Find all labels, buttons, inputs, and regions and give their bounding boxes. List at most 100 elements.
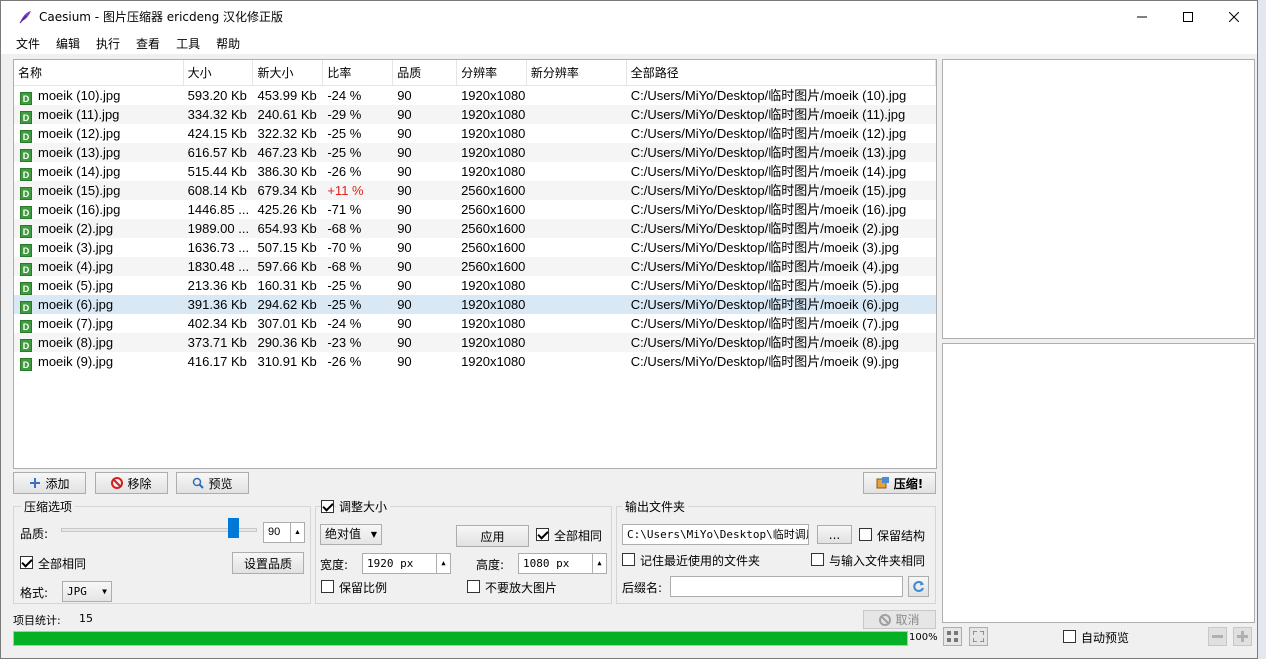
column-header-ratio[interactable]: 比率: [323, 60, 394, 86]
height-spinbox[interactable]: 1080 px ▲▼: [518, 553, 607, 574]
menu-run[interactable]: 执行: [89, 35, 129, 52]
quality-same-all-checkbox[interactable]: [20, 556, 33, 569]
quality-same-all-label: 全部相同: [38, 557, 87, 571]
cell-new-resolution: [527, 333, 627, 352]
table-row[interactable]: Dmoeik (13).jpg 616.57 Kb 467.23 Kb -25 % 90…: [14, 143, 936, 162]
resize-same-all-checkbox[interactable]: [536, 528, 549, 541]
table-row[interactable]: Dmoeik (7).jpg 402.34 Kb 307.01 Kb -24 % 90 1…: [14, 314, 936, 333]
preview-button[interactable]: 预览: [176, 472, 249, 494]
suffix-input[interactable]: [670, 576, 903, 597]
cell-new-size: 322.32 Kb: [257, 126, 317, 141]
file-name: moeik (13).jpg: [38, 145, 121, 160]
preview-button-label: 预览: [208, 476, 233, 491]
spin-up-icon[interactable]: ▲: [597, 554, 601, 573]
cell-path: C:/Users/MiYo/Desktop/临时图片/moeik (5).jpg: [630, 278, 899, 293]
column-header-quality[interactable]: 品质: [393, 60, 458, 86]
close-icon: [1229, 11, 1239, 22]
resize-mode-value: 绝对值: [325, 527, 362, 541]
resize-mode-select[interactable]: 绝对值 ▼: [320, 524, 382, 545]
file-table[interactable]: 名称 大小 新大小 比率 品质 分辨率 新分辨率 全部路径 Dmoeik (10…: [13, 59, 937, 469]
cell-name: Dmoeik (12).jpg: [14, 124, 184, 143]
resize-enable-checkbox[interactable]: [321, 500, 334, 513]
quality-spinner[interactable]: ▲▼: [290, 523, 304, 542]
spin-down-icon[interactable]: ▼: [441, 573, 445, 574]
cell-new-resolution: [527, 143, 627, 162]
menu-file[interactable]: 文件: [1, 35, 49, 52]
set-quality-button[interactable]: 设置品质: [232, 552, 304, 574]
column-header-size[interactable]: 大小: [184, 60, 254, 86]
column-header-new-resolution[interactable]: 新分辨率: [527, 60, 627, 86]
remove-button[interactable]: 移除: [95, 472, 168, 494]
table-row[interactable]: Dmoeik (4).jpg 1830.48 ... 597.66 Kb -68 % 9…: [14, 257, 936, 276]
width-spinner[interactable]: ▲▼: [436, 554, 450, 573]
zoom-out-button[interactable]: [1208, 627, 1227, 646]
spin-down-icon[interactable]: ▼: [597, 573, 601, 574]
keep-structure-checkbox[interactable]: [859, 528, 872, 541]
table-row[interactable]: Dmoeik (10).jpg 593.20 Kb 453.99 Kb -24 % 90…: [14, 86, 936, 105]
maximize-button[interactable]: [1165, 1, 1211, 32]
column-header-resolution[interactable]: 分辨率: [457, 60, 527, 86]
table-row[interactable]: Dmoeik (8).jpg 373.71 Kb 290.36 Kb -23 % 90 1…: [14, 333, 936, 352]
table-row[interactable]: Dmoeik (14).jpg 515.44 Kb 386.30 Kb -26 % 90…: [14, 162, 936, 181]
close-button[interactable]: [1211, 1, 1257, 32]
cell-path: C:/Users/MiYo/Desktop/临时图片/moeik (4).jpg: [630, 259, 899, 274]
cell-size: 593.20 Kb: [187, 88, 247, 103]
keep-ratio-checkbox[interactable]: [321, 580, 334, 593]
browse-button[interactable]: ...: [817, 525, 852, 544]
width-spinbox[interactable]: 1920 px ▲▼: [362, 553, 451, 574]
quality-slider-thumb[interactable]: [227, 518, 239, 538]
zoom-in-button[interactable]: [1233, 627, 1252, 646]
quality-spinbox[interactable]: 90 ▲▼: [263, 522, 305, 543]
column-header-path[interactable]: 全部路径: [627, 60, 936, 86]
minimize-icon: [1137, 16, 1147, 17]
expand-icon: [973, 631, 984, 642]
table-row[interactable]: Dmoeik (9).jpg 416.17 Kb 310.91 Kb -26 % 90 1…: [14, 352, 936, 371]
compress-button[interactable]: 压缩!: [863, 472, 936, 494]
add-button[interactable]: 添加: [13, 472, 86, 494]
format-select[interactable]: JPG ▼: [62, 581, 112, 602]
compress-icon: [876, 477, 889, 489]
table-row[interactable]: Dmoeik (2).jpg 1989.00 ... 654.93 Kb -68 % 9…: [14, 219, 936, 238]
menu-view[interactable]: 查看: [129, 35, 169, 52]
cell-size: 608.14 Kb: [187, 183, 247, 198]
output-path-field[interactable]: C:\Users\MiYo\Desktop\临时调用: [622, 524, 809, 545]
remember-folder-checkbox[interactable]: [622, 553, 635, 566]
cell-name: Dmoeik (9).jpg: [14, 352, 184, 371]
cell-resolution: 1920x1080: [461, 354, 526, 369]
table-row[interactable]: Dmoeik (5).jpg 213.36 Kb 160.31 Kb -25 % 90 1…: [14, 276, 936, 295]
table-row[interactable]: Dmoeik (3).jpg 1636.73 ... 507.15 Kb -70 % 9…: [14, 238, 936, 257]
spin-up-icon[interactable]: ▲: [441, 554, 445, 573]
column-header-name[interactable]: 名称: [14, 60, 184, 86]
apply-button[interactable]: 应用: [456, 525, 529, 547]
image-file-icon: D: [20, 149, 32, 162]
table-row[interactable]: Dmoeik (12).jpg 424.15 Kb 322.32 Kb -25 % 90…: [14, 124, 936, 143]
spin-down-icon[interactable]: ▼: [294, 542, 301, 543]
same-as-input-checkbox[interactable]: [811, 553, 824, 566]
refresh-suffix-button[interactable]: [908, 576, 929, 597]
fit-preview-button[interactable]: [943, 627, 962, 646]
height-spinner[interactable]: ▲▼: [592, 554, 606, 573]
format-label: 格式:: [20, 586, 49, 600]
cell-new-resolution: [527, 295, 627, 314]
cell-new-size: 294.62 Kb: [257, 297, 317, 312]
cell-new-size: 507.15 Kb: [257, 240, 317, 255]
fullscreen-preview-button[interactable]: [969, 627, 988, 646]
spin-up-icon[interactable]: ▲: [294, 523, 301, 542]
menu-tools[interactable]: 工具: [169, 35, 209, 52]
minimize-button[interactable]: [1119, 1, 1165, 32]
table-row[interactable]: Dmoeik (15).jpg 608.14 Kb 679.34 Kb +11 % 90…: [14, 181, 936, 200]
cell-path: C:/Users/MiYo/Desktop/临时图片/moeik (7).jpg: [630, 316, 899, 331]
menu-help[interactable]: 帮助: [209, 35, 249, 52]
no-enlarge-checkbox[interactable]: [467, 580, 480, 593]
table-row[interactable]: Dmoeik (6).jpg 391.36 Kb 294.62 Kb -25 % 90 1…: [14, 295, 936, 314]
cancel-button[interactable]: 取消: [863, 610, 936, 629]
cell-quality: 90: [397, 354, 412, 369]
table-row[interactable]: Dmoeik (16).jpg 1446.85 ... 425.26 Kb -71 %…: [14, 200, 936, 219]
column-header-new-size[interactable]: 新大小: [253, 60, 324, 86]
menu-edit[interactable]: 编辑: [49, 35, 89, 52]
cell-new-resolution: [527, 352, 627, 371]
cell-quality: 90: [397, 183, 412, 198]
cell-size: 1989.00 ...: [187, 221, 250, 236]
table-row[interactable]: Dmoeik (11).jpg 334.32 Kb 240.61 Kb -29 % 90…: [14, 105, 936, 124]
auto-preview-checkbox[interactable]: [1063, 630, 1076, 643]
